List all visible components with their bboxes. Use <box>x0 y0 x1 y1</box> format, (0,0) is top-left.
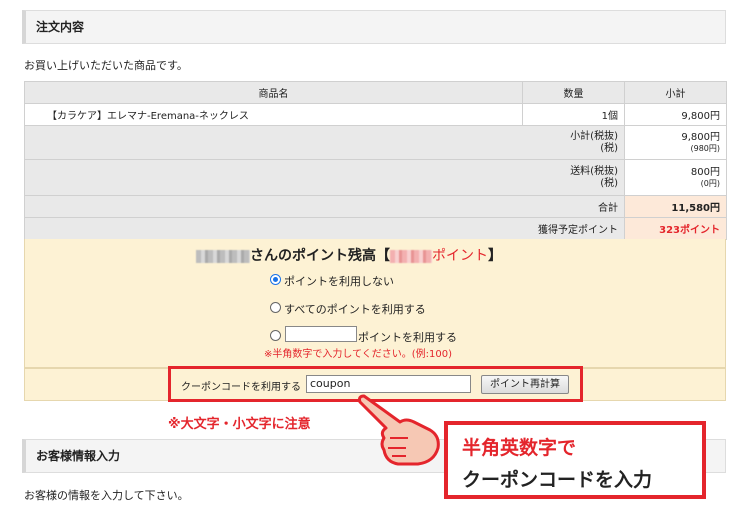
blurred-points <box>390 249 432 263</box>
subtotal-tax: (980円) <box>690 143 720 153</box>
radio-no-points[interactable] <box>270 274 281 285</box>
subtotal-value-cell: 9,800円 (980円) <box>624 125 727 160</box>
customer-intro-text: お客様の情報を入力して下さい。 <box>24 489 189 502</box>
option-some-points-label: ポイントを利用する <box>358 331 457 344</box>
balance-suffix: さんのポイント残高【 <box>250 248 390 264</box>
callout-line-1: 半角英数字で <box>462 433 576 460</box>
order-intro-text: お買い上げいただいた商品です。 <box>24 59 188 72</box>
col-header-qty: 数量 <box>522 81 625 104</box>
option-no-points-label: ポイントを利用しない <box>284 275 394 288</box>
shipping-tax-label: (税) <box>600 177 618 189</box>
subtotal-label-cell: 小計(税抜) (税) <box>24 125 625 160</box>
table-header-row: 商品名 数量 小計 <box>24 81 727 104</box>
total-label: 合計 <box>24 195 625 218</box>
radio-all-points[interactable] <box>270 302 281 313</box>
subtotal-row: 小計(税抜) (税) 9,800円 (980円) <box>24 125 727 160</box>
product-price: 9,800円 <box>624 103 727 126</box>
customer-section-title: お客様情報入力 <box>36 449 121 463</box>
recalculate-points-button[interactable]: ポイント再計算 <box>481 375 569 394</box>
pointing-hand-icon <box>358 394 440 466</box>
callout-line-1-text: 半角英数字で <box>462 437 577 459</box>
case-sensitive-note: ※大文字・小文字に注意 <box>168 417 311 432</box>
order-section-header: 注文内容 <box>22 10 726 44</box>
total-row: 合計 11,580円 <box>24 195 727 218</box>
shipping-tax: (0円) <box>700 178 720 188</box>
order-table: 商品名 数量 小計 【カラケア】エレマナ-Eremana-ネックレス 1個 9,… <box>24 81 727 240</box>
shipping-value: 800円 <box>690 166 720 178</box>
table-row: 【カラケア】エレマナ-Eremana-ネックレス 1個 9,800円 <box>24 103 727 126</box>
points-value: 323ポイント <box>624 217 727 240</box>
points-label: 獲得予定ポイント <box>24 217 625 240</box>
shipping-label: 送料(税抜) <box>570 165 618 177</box>
shipping-row: 送料(税抜) (税) 800円 (0円) <box>24 159 727 196</box>
coupon-label: クーポンコードを利用する <box>181 382 301 393</box>
product-qty: 1個 <box>522 103 625 126</box>
subtotal-value: 9,800円 <box>681 131 720 143</box>
col-header-subtotal: 小計 <box>624 81 727 104</box>
shipping-label-cell: 送料(税抜) (税) <box>24 159 625 196</box>
radio-some-points[interactable] <box>270 330 281 341</box>
balance-close: 】 <box>488 248 502 264</box>
blurred-username <box>196 249 250 263</box>
points-balance: さんのポイント残高【 ポイント】 <box>196 245 502 265</box>
balance-unit: ポイント <box>432 248 488 264</box>
shipping-value-cell: 800円 (0円) <box>624 159 727 196</box>
total-value: 11,580円 <box>624 195 727 218</box>
callout-line-2: クーポンコードを入力 <box>462 469 653 491</box>
order-section-title: 注文内容 <box>36 20 85 34</box>
subtotal-label: 小計(税抜) <box>570 130 618 142</box>
product-name: 【カラケア】エレマナ-Eremana-ネックレス <box>24 103 523 126</box>
points-row: 獲得予定ポイント 323ポイント <box>24 217 727 240</box>
subtotal-tax-label: (税) <box>600 142 618 154</box>
points-input-note: ※半角数字で入力してください。(例:100) <box>264 349 453 360</box>
col-header-product: 商品名 <box>24 81 523 104</box>
points-amount-input[interactable] <box>285 326 357 342</box>
option-all-points-label: すべてのポイントを利用する <box>284 303 426 316</box>
callout-box: 半角英数字で クーポンコードを入力 <box>444 421 706 499</box>
